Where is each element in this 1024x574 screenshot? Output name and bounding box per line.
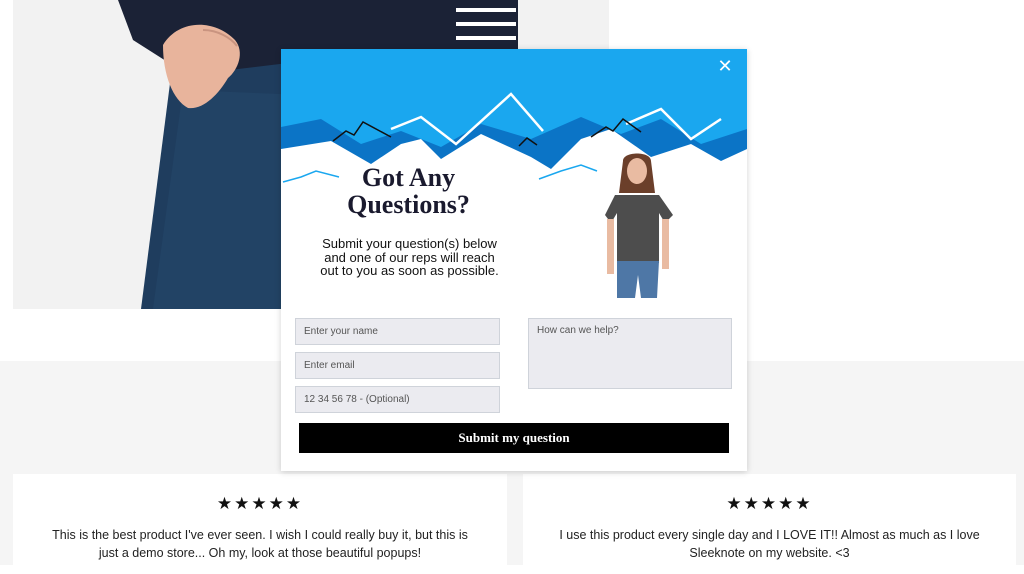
name-field[interactable]: Enter your name [295,318,500,345]
question-popup: ✕ Got Any Questions? Submit your questio… [281,49,747,471]
submit-button[interactable]: Submit my question [299,423,729,453]
review-text: I use this product every single day and … [559,528,980,560]
popup-subtext: Submit your question(s) below and one of… [320,236,499,278]
rating-stars: ★★★★★ [726,494,813,514]
headline-line-1: Got Any [361,163,456,192]
message-field[interactable]: How can we help? [528,318,732,389]
email-field[interactable]: Enter email [295,352,500,379]
review-card: ★★★★★ I use this product every single da… [523,474,1016,574]
close-icon[interactable]: ✕ [715,57,735,77]
review-card: ★★★★★ This is the best product I've ever… [13,474,507,574]
rating-stars: ★★★★★ [216,494,304,514]
model-image [605,153,673,298]
review-text: This is the best product I've ever seen.… [52,528,468,560]
headline-line-2: Questions? [347,190,470,219]
phone-field[interactable]: 12 34 56 78 - (Optional) [295,386,500,413]
popup-headline: Got Any Questions? [321,164,496,218]
